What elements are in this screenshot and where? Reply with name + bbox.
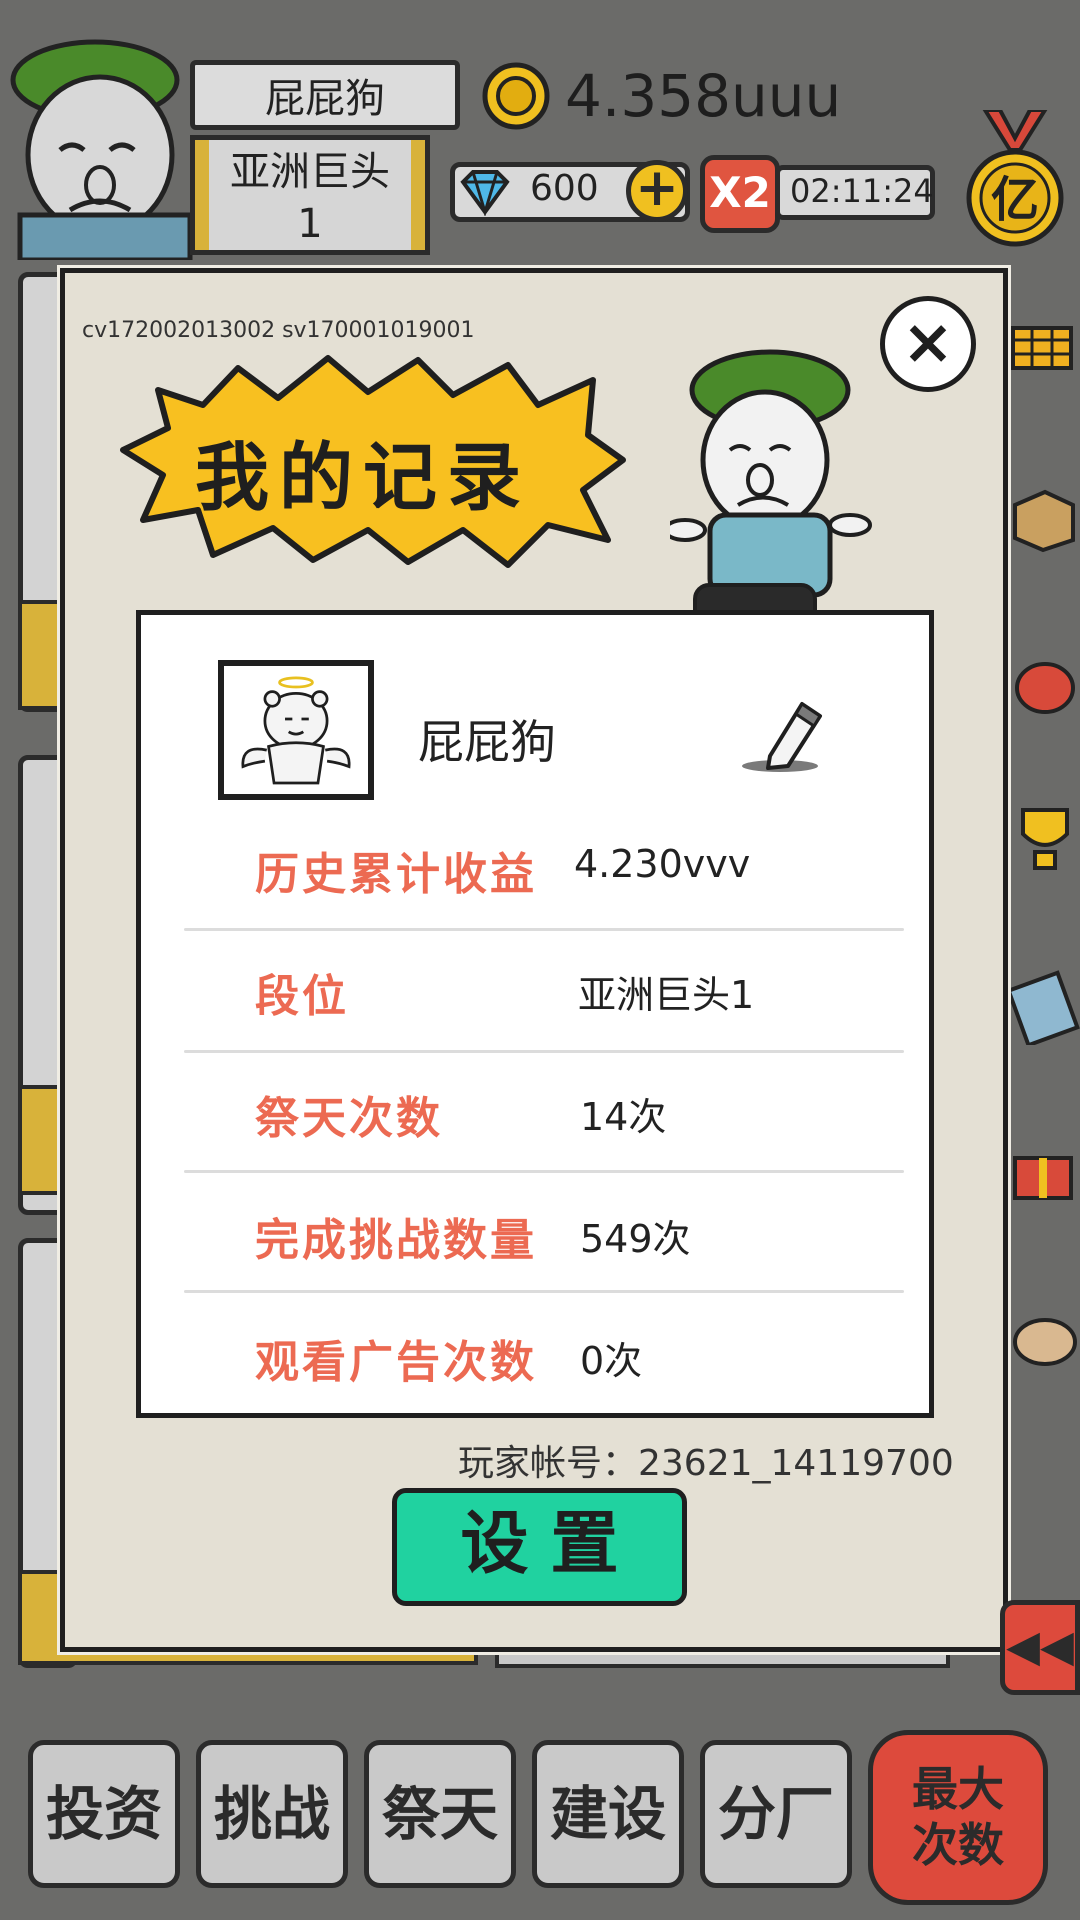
double-income-timer: 02:11:24 <box>790 172 934 210</box>
add-gems-button[interactable]: + <box>626 160 688 222</box>
hand-icon[interactable] <box>1005 1300 1080 1375</box>
coin-balance: 4.358uuu <box>565 62 842 130</box>
settings-button[interactable]: 设置 <box>392 1488 687 1606</box>
version-text: cv172002013002 sv170001019001 <box>82 318 475 343</box>
profile-avatar[interactable] <box>218 660 374 800</box>
clipboard-icon[interactable] <box>1005 970 1080 1045</box>
box-icon[interactable] <box>1005 480 1080 555</box>
money-bag-icon[interactable] <box>1005 640 1080 715</box>
double-income-badge[interactable]: X2 <box>700 155 780 233</box>
row-divider <box>184 1290 904 1293</box>
medal-icon[interactable]: 亿 <box>960 110 1070 250</box>
max-count-button[interactable]: 最大 次数 <box>868 1730 1048 1905</box>
row-divider <box>184 1050 904 1053</box>
nav-sacrifice-button[interactable]: 祭天 <box>364 1740 516 1888</box>
trophy-icon[interactable] <box>1005 800 1080 875</box>
stat-value-challenges-completed: 549次 <box>580 1217 691 1261</box>
stat-label-ads-watched: 观看广告次数 <box>255 1337 537 1388</box>
rank-title: 亚洲巨头 <box>230 149 390 195</box>
player-account-id: 玩家帐号：23621_14119700 <box>458 1443 954 1484</box>
row-divider <box>184 928 904 931</box>
stat-value-rank: 亚洲巨头1 <box>578 973 755 1017</box>
stat-label-rank: 段位 <box>255 971 349 1022</box>
medal-char: 亿 <box>991 172 1039 228</box>
nav-branch-factory-button[interactable]: 分厂 <box>700 1740 852 1888</box>
stat-label-sacrifice-count: 祭天次数 <box>255 1093 443 1144</box>
stat-label-challenges-completed: 完成挑战数量 <box>255 1215 537 1266</box>
shop-cart-icon[interactable] <box>1005 310 1080 385</box>
nav-challenge-button[interactable]: 挑战 <box>196 1740 348 1888</box>
gem-count: 600 <box>530 168 599 209</box>
rank-level: 1 <box>297 201 323 247</box>
nav-invest-button[interactable]: 投资 <box>28 1740 180 1888</box>
max-count-line2: 次数 <box>912 1818 1004 1872</box>
stat-value-total-income: 4.230vvv <box>574 842 751 886</box>
rank-plate-left-bar <box>195 140 209 250</box>
stat-label-total-income: 历史累计收益 <box>255 849 537 900</box>
modal-title: 我的记录 <box>195 435 531 521</box>
stat-value-sacrifice-count: 14次 <box>580 1095 667 1139</box>
max-count-line1: 最大 <box>912 1762 1004 1816</box>
edit-icon[interactable] <box>740 690 830 780</box>
close-button[interactable]: × <box>880 296 976 392</box>
rank-plate-right-bar <box>411 140 425 250</box>
rank-plate: 亚洲巨头 1 <box>190 135 430 255</box>
gift-icon[interactable] <box>1005 1130 1080 1205</box>
player-name-plate[interactable]: 屁屁狗 <box>190 60 460 130</box>
player-name: 屁屁狗 <box>265 76 385 122</box>
nav-build-button[interactable]: 建设 <box>532 1740 684 1888</box>
profile-name: 屁屁狗 <box>418 715 556 769</box>
row-divider <box>184 1170 904 1173</box>
stat-value-ads-watched: 0次 <box>580 1339 643 1383</box>
coin-icon <box>482 62 550 130</box>
diamond-icon <box>460 170 510 216</box>
rewind-button[interactable]: ◀◀ <box>1000 1600 1080 1695</box>
